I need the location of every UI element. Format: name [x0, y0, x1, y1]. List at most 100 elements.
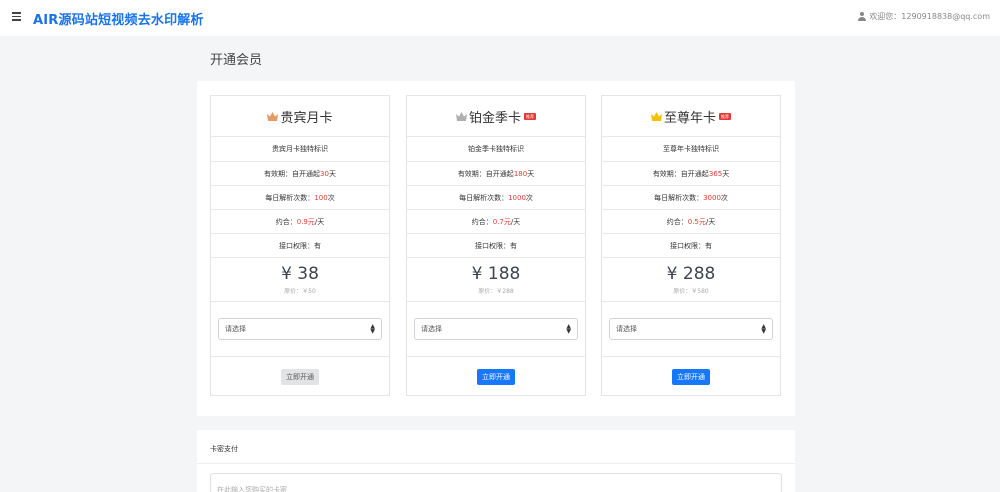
plan-option-select[interactable]: 请选择 ▲ ▼: [414, 318, 578, 340]
original-price: 原价：￥50: [284, 288, 316, 295]
validity-label: 有效期：自开通起: [264, 169, 321, 178]
price-value: ¥ 188: [471, 264, 521, 284]
plan-action-row: 立即开通: [211, 357, 389, 397]
plan-api-access: 接口权限：有: [407, 234, 585, 258]
plan-header: 铂金季卡 推荐: [407, 96, 585, 137]
plan-price: ¥ 38 原价：￥50: [211, 258, 389, 302]
api-text: 接口权限：有: [475, 241, 517, 250]
plan-validity: 有效期：自开通起 180 天: [407, 162, 585, 186]
plan-card-quarterly: 铂金季卡 推荐 铂金季卡独特标识 有效期：自开通起 180 天 每日解析次数： 100…: [406, 95, 586, 396]
activate-button[interactable]: 立即开通: [672, 369, 710, 385]
site-title[interactable]: AIR源码站短视频去水印解析: [33, 9, 204, 28]
select-placeholder: 请选择: [421, 325, 442, 333]
recommend-badge: 推荐: [524, 112, 536, 120]
plan-action-row: 立即开通: [602, 357, 780, 397]
original-price: 原价：￥580: [673, 288, 709, 295]
select-placeholder: 请选择: [225, 325, 246, 333]
plan-action-row: 立即开通: [407, 357, 585, 397]
validity-unit: 天: [328, 169, 336, 178]
crown-icon: [650, 111, 662, 121]
daily-value: 3000: [703, 193, 721, 202]
crown-icon: [455, 111, 467, 121]
daily-label: 每日解析次数：: [654, 193, 704, 202]
card-key-input[interactable]: [210, 473, 782, 492]
avg-unit: /天: [314, 217, 325, 226]
select-arrows-icon: ▲ ▼: [566, 323, 571, 335]
price-value: ¥ 38: [281, 264, 319, 284]
plan-desc-text: 铂金季卡独特标识: [468, 145, 524, 153]
crown-icon: [267, 111, 279, 121]
plan-name: 铂金季卡: [468, 110, 521, 126]
user-icon: [857, 12, 866, 21]
plan-api-access: 接口权限：有: [211, 234, 389, 258]
validity-value: 365: [708, 169, 723, 178]
plan-description: 贵宾月卡独特标识: [211, 137, 389, 162]
plan-card-yearly: 至尊年卡 推荐 至尊年卡独特标识 有效期：自开通起 365 天 每日解析次数： 300…: [601, 95, 781, 396]
validity-value: 30: [320, 169, 329, 178]
validity-value: 180: [513, 169, 528, 178]
plan-average-cost: 约合： 0.5元/天: [602, 210, 780, 234]
plan-name: 至尊年卡: [663, 110, 716, 126]
plan-option-row: 请选择 ▲ ▼: [407, 302, 585, 357]
api-text: 接口权限：有: [670, 241, 712, 250]
plan-average-cost: 约合： 0.9元/天: [211, 210, 389, 234]
user-email: 欢迎您：1290918838@qq.com: [869, 12, 990, 21]
plan-card-monthly: 贵宾月卡 贵宾月卡独特标识 有效期：自开通起 30 天 每日解析次数： 100 次 约合…: [210, 95, 390, 396]
plan-price: ¥ 188 原价：￥288: [407, 258, 585, 302]
avg-label: 约合：: [666, 217, 688, 226]
avg-label: 约合：: [471, 217, 493, 226]
plan-description: 铂金季卡独特标识: [407, 137, 585, 162]
plan-option-select[interactable]: 请选择 ▲ ▼: [218, 318, 382, 340]
daily-label: 每日解析次数：: [459, 193, 509, 202]
daily-unit: 次: [327, 193, 335, 202]
plan-header: 至尊年卡 推荐: [602, 96, 780, 137]
plan-name: 贵宾月卡: [280, 110, 333, 126]
top-navbar: AIR源码站短视频去水印解析 欢迎您：1290918838@qq.com: [0, 0, 1000, 36]
membership-plans-panel: 贵宾月卡 贵宾月卡独特标识 有效期：自开通起 30 天 每日解析次数： 100 次 约合…: [197, 81, 795, 416]
plan-option-row: 请选择 ▲ ▼: [602, 302, 780, 357]
daily-label: 每日解析次数：: [265, 193, 315, 202]
plan-average-cost: 约合： 0.7元/天: [407, 210, 585, 234]
plan-header: 贵宾月卡: [211, 96, 389, 137]
select-arrows-icon: ▲ ▼: [761, 323, 766, 335]
avg-value: 0.5元: [687, 217, 706, 226]
activate-button[interactable]: 立即开通: [477, 369, 515, 385]
plan-description: 至尊年卡独特标识: [602, 137, 780, 162]
plan-option-select[interactable]: 请选择 ▲ ▼: [609, 318, 773, 340]
select-placeholder: 请选择: [616, 325, 637, 333]
original-price: 原价：￥288: [478, 288, 514, 295]
page-title: 开通会员: [210, 53, 263, 68]
plan-option-row: 请选择 ▲ ▼: [211, 302, 389, 357]
hamburger-menu-icon[interactable]: [12, 12, 21, 21]
plan-validity: 有效期：自开通起 30 天: [211, 162, 389, 186]
plan-price: ¥ 288 原价：￥580: [602, 258, 780, 302]
plan-validity: 有效期：自开通起 365 天: [602, 162, 780, 186]
user-account[interactable]: 欢迎您：1290918838@qq.com: [857, 11, 990, 22]
price-value: ¥ 288: [666, 264, 716, 284]
plan-daily-limit: 每日解析次数： 3000 次: [602, 186, 780, 210]
plan-daily-limit: 每日解析次数： 100 次: [211, 186, 389, 210]
avg-unit: /天: [705, 217, 716, 226]
avg-label: 约合：: [275, 217, 297, 226]
daily-value: 100: [314, 193, 328, 202]
activate-button[interactable]: 立即开通: [281, 369, 319, 385]
daily-value: 1000: [508, 193, 526, 202]
validity-label: 有效期：自开通起: [457, 169, 514, 178]
plan-api-access: 接口权限：有: [602, 234, 780, 258]
plan-desc-text: 至尊年卡独特标识: [663, 145, 719, 153]
avg-value: 0.9元: [296, 217, 315, 226]
select-arrows-icon: ▲ ▼: [370, 323, 375, 335]
api-text: 接口权限：有: [279, 241, 321, 250]
avg-unit: /天: [510, 217, 521, 226]
validity-label: 有效期：自开通起: [652, 169, 709, 178]
validity-unit: 天: [722, 169, 730, 178]
divider: [197, 463, 795, 464]
plan-desc-text: 贵宾月卡独特标识: [272, 145, 328, 153]
validity-unit: 天: [527, 169, 535, 178]
daily-unit: 次: [525, 193, 533, 202]
card-payment-title: 卡密支付: [210, 445, 238, 453]
recommend-badge: 推荐: [719, 112, 731, 120]
card-payment-panel: 卡密支付: [197, 430, 795, 492]
daily-unit: 次: [720, 193, 728, 202]
plan-daily-limit: 每日解析次数： 1000 次: [407, 186, 585, 210]
